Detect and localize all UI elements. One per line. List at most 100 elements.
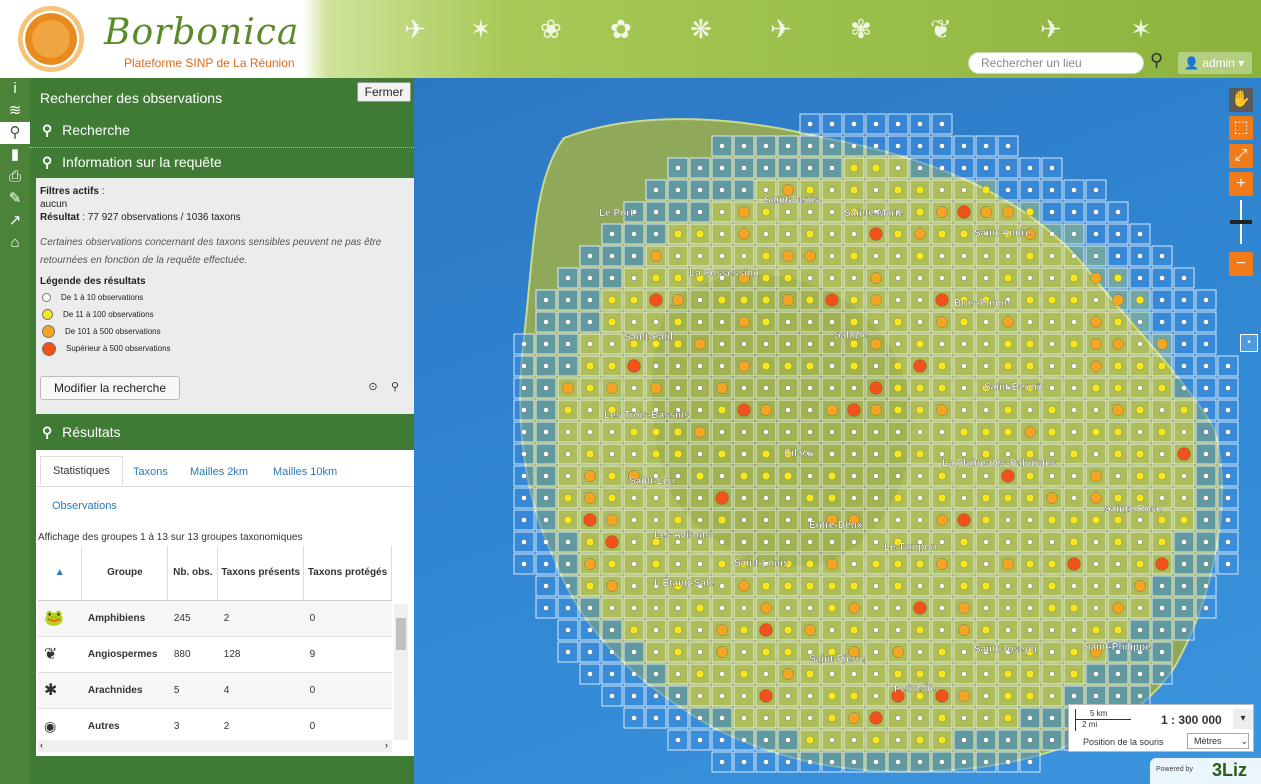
observation-dot[interactable] xyxy=(936,404,948,416)
observation-dot[interactable] xyxy=(851,671,857,677)
observation-dot[interactable] xyxy=(1181,429,1187,435)
observation-dot[interactable] xyxy=(1113,537,1123,547)
observation-dot[interactable] xyxy=(785,385,791,391)
observation-dot[interactable] xyxy=(543,385,549,391)
observation-dot[interactable] xyxy=(958,624,970,636)
observation-dot[interactable] xyxy=(847,403,861,417)
observation-dot[interactable] xyxy=(939,429,945,435)
observation-dot[interactable] xyxy=(829,143,835,149)
observation-dot[interactable] xyxy=(651,449,661,459)
observation-dot[interactable] xyxy=(1025,207,1035,217)
observation-dot[interactable] xyxy=(631,275,637,281)
observation-dot[interactable] xyxy=(915,251,925,261)
observation-dot[interactable] xyxy=(1069,339,1079,349)
chevron-right-icon[interactable]: › xyxy=(385,740,388,750)
observation-dot[interactable] xyxy=(719,715,725,721)
observation-dot[interactable] xyxy=(631,693,637,699)
observation-dot[interactable] xyxy=(851,275,857,281)
observation-dot[interactable] xyxy=(631,495,637,501)
table-row[interactable]: ◉ Autres 3 2 0 xyxy=(38,708,392,745)
observation-dot[interactable] xyxy=(741,759,747,765)
observation-dot[interactable] xyxy=(1049,209,1055,215)
observation-dot[interactable] xyxy=(893,669,903,679)
observation-dot[interactable] xyxy=(587,605,593,611)
observation-dot[interactable] xyxy=(631,605,637,611)
observation-dot[interactable] xyxy=(719,605,725,611)
observation-dot[interactable] xyxy=(1090,470,1102,482)
observation-dot[interactable] xyxy=(783,625,793,635)
observation-dot[interactable] xyxy=(913,359,927,373)
observation-dot[interactable] xyxy=(895,275,901,281)
observation-dot[interactable] xyxy=(1005,583,1011,589)
observation-dot[interactable] xyxy=(763,517,769,523)
observation-dot[interactable] xyxy=(1112,404,1124,416)
observation-dot[interactable] xyxy=(585,383,595,393)
observation-dot[interactable] xyxy=(983,319,989,325)
observation-dot[interactable] xyxy=(738,228,750,240)
observation-dot[interactable] xyxy=(895,517,901,523)
observation-dot[interactable] xyxy=(915,669,925,679)
observation-dot[interactable] xyxy=(1027,539,1033,545)
observation-dot[interactable] xyxy=(849,581,859,591)
observation-dot[interactable] xyxy=(763,539,769,545)
col-group[interactable]: Groupe xyxy=(81,546,169,601)
observation-dot[interactable] xyxy=(606,382,618,394)
observation-dot[interactable] xyxy=(587,407,593,413)
observation-dot[interactable] xyxy=(895,121,901,127)
observation-dot[interactable] xyxy=(937,471,947,481)
observation-dot[interactable] xyxy=(741,341,747,347)
observation-dot[interactable] xyxy=(565,319,571,325)
observation-dot[interactable] xyxy=(961,671,967,677)
observation-dot[interactable] xyxy=(673,339,683,349)
observation-dot[interactable] xyxy=(1049,715,1055,721)
observation-dot[interactable] xyxy=(829,341,835,347)
observation-dot[interactable] xyxy=(675,671,681,677)
observation-dot[interactable] xyxy=(1115,561,1121,567)
observation-dot[interactable] xyxy=(785,231,791,237)
observation-dot[interactable] xyxy=(1049,539,1055,545)
observation-dot[interactable] xyxy=(609,671,615,677)
observation-dot[interactable] xyxy=(653,693,659,699)
observation-dot[interactable] xyxy=(827,471,837,481)
observation-dot[interactable] xyxy=(763,187,769,193)
observation-dot[interactable] xyxy=(959,559,969,569)
observation-dot[interactable] xyxy=(1025,339,1035,349)
observation-dot[interactable] xyxy=(1071,319,1077,325)
observation-dot[interactable] xyxy=(939,627,945,633)
observation-dot[interactable] xyxy=(650,250,662,262)
observation-dot[interactable] xyxy=(1091,625,1101,635)
observation-dot[interactable] xyxy=(697,407,703,413)
observation-dot[interactable] xyxy=(782,294,794,306)
observation-dot[interactable] xyxy=(607,559,617,569)
observation-dot[interactable] xyxy=(935,689,949,703)
observation-dot[interactable] xyxy=(653,209,659,215)
zoom-slider-handle[interactable] xyxy=(1230,220,1252,224)
observation-dot[interactable] xyxy=(1071,363,1077,369)
observation-dot[interactable] xyxy=(1025,361,1035,371)
powered-by[interactable]: Powered by 3Liz xyxy=(1150,758,1261,784)
observation-dot[interactable] xyxy=(697,209,703,215)
observation-dot[interactable] xyxy=(805,361,815,371)
observation-dot[interactable] xyxy=(1159,407,1165,413)
zoom-slider[interactable] xyxy=(1230,200,1252,244)
observation-dot[interactable] xyxy=(983,737,989,743)
observation-dot[interactable] xyxy=(870,338,882,350)
observation-dot[interactable] xyxy=(607,361,617,371)
observation-dot[interactable] xyxy=(893,493,903,503)
observation-dot[interactable] xyxy=(1049,363,1055,369)
observation-dot[interactable] xyxy=(1047,405,1057,415)
col-obs[interactable]: Nb. obs. xyxy=(167,546,219,601)
observation-dot[interactable] xyxy=(917,517,923,523)
observation-dot[interactable] xyxy=(521,517,527,523)
observation-dot[interactable] xyxy=(873,319,879,325)
observation-dot[interactable] xyxy=(961,715,967,721)
observation-dot[interactable] xyxy=(563,515,573,525)
observation-dot[interactable] xyxy=(805,229,815,239)
observation-dot[interactable] xyxy=(675,561,681,567)
observation-dot[interactable] xyxy=(983,473,989,479)
observation-dot[interactable] xyxy=(1093,561,1099,567)
observation-dot[interactable] xyxy=(631,671,637,677)
observation-dot[interactable] xyxy=(893,185,903,195)
search-icon[interactable]: ⚲ xyxy=(0,122,30,144)
observation-dot[interactable] xyxy=(717,515,727,525)
